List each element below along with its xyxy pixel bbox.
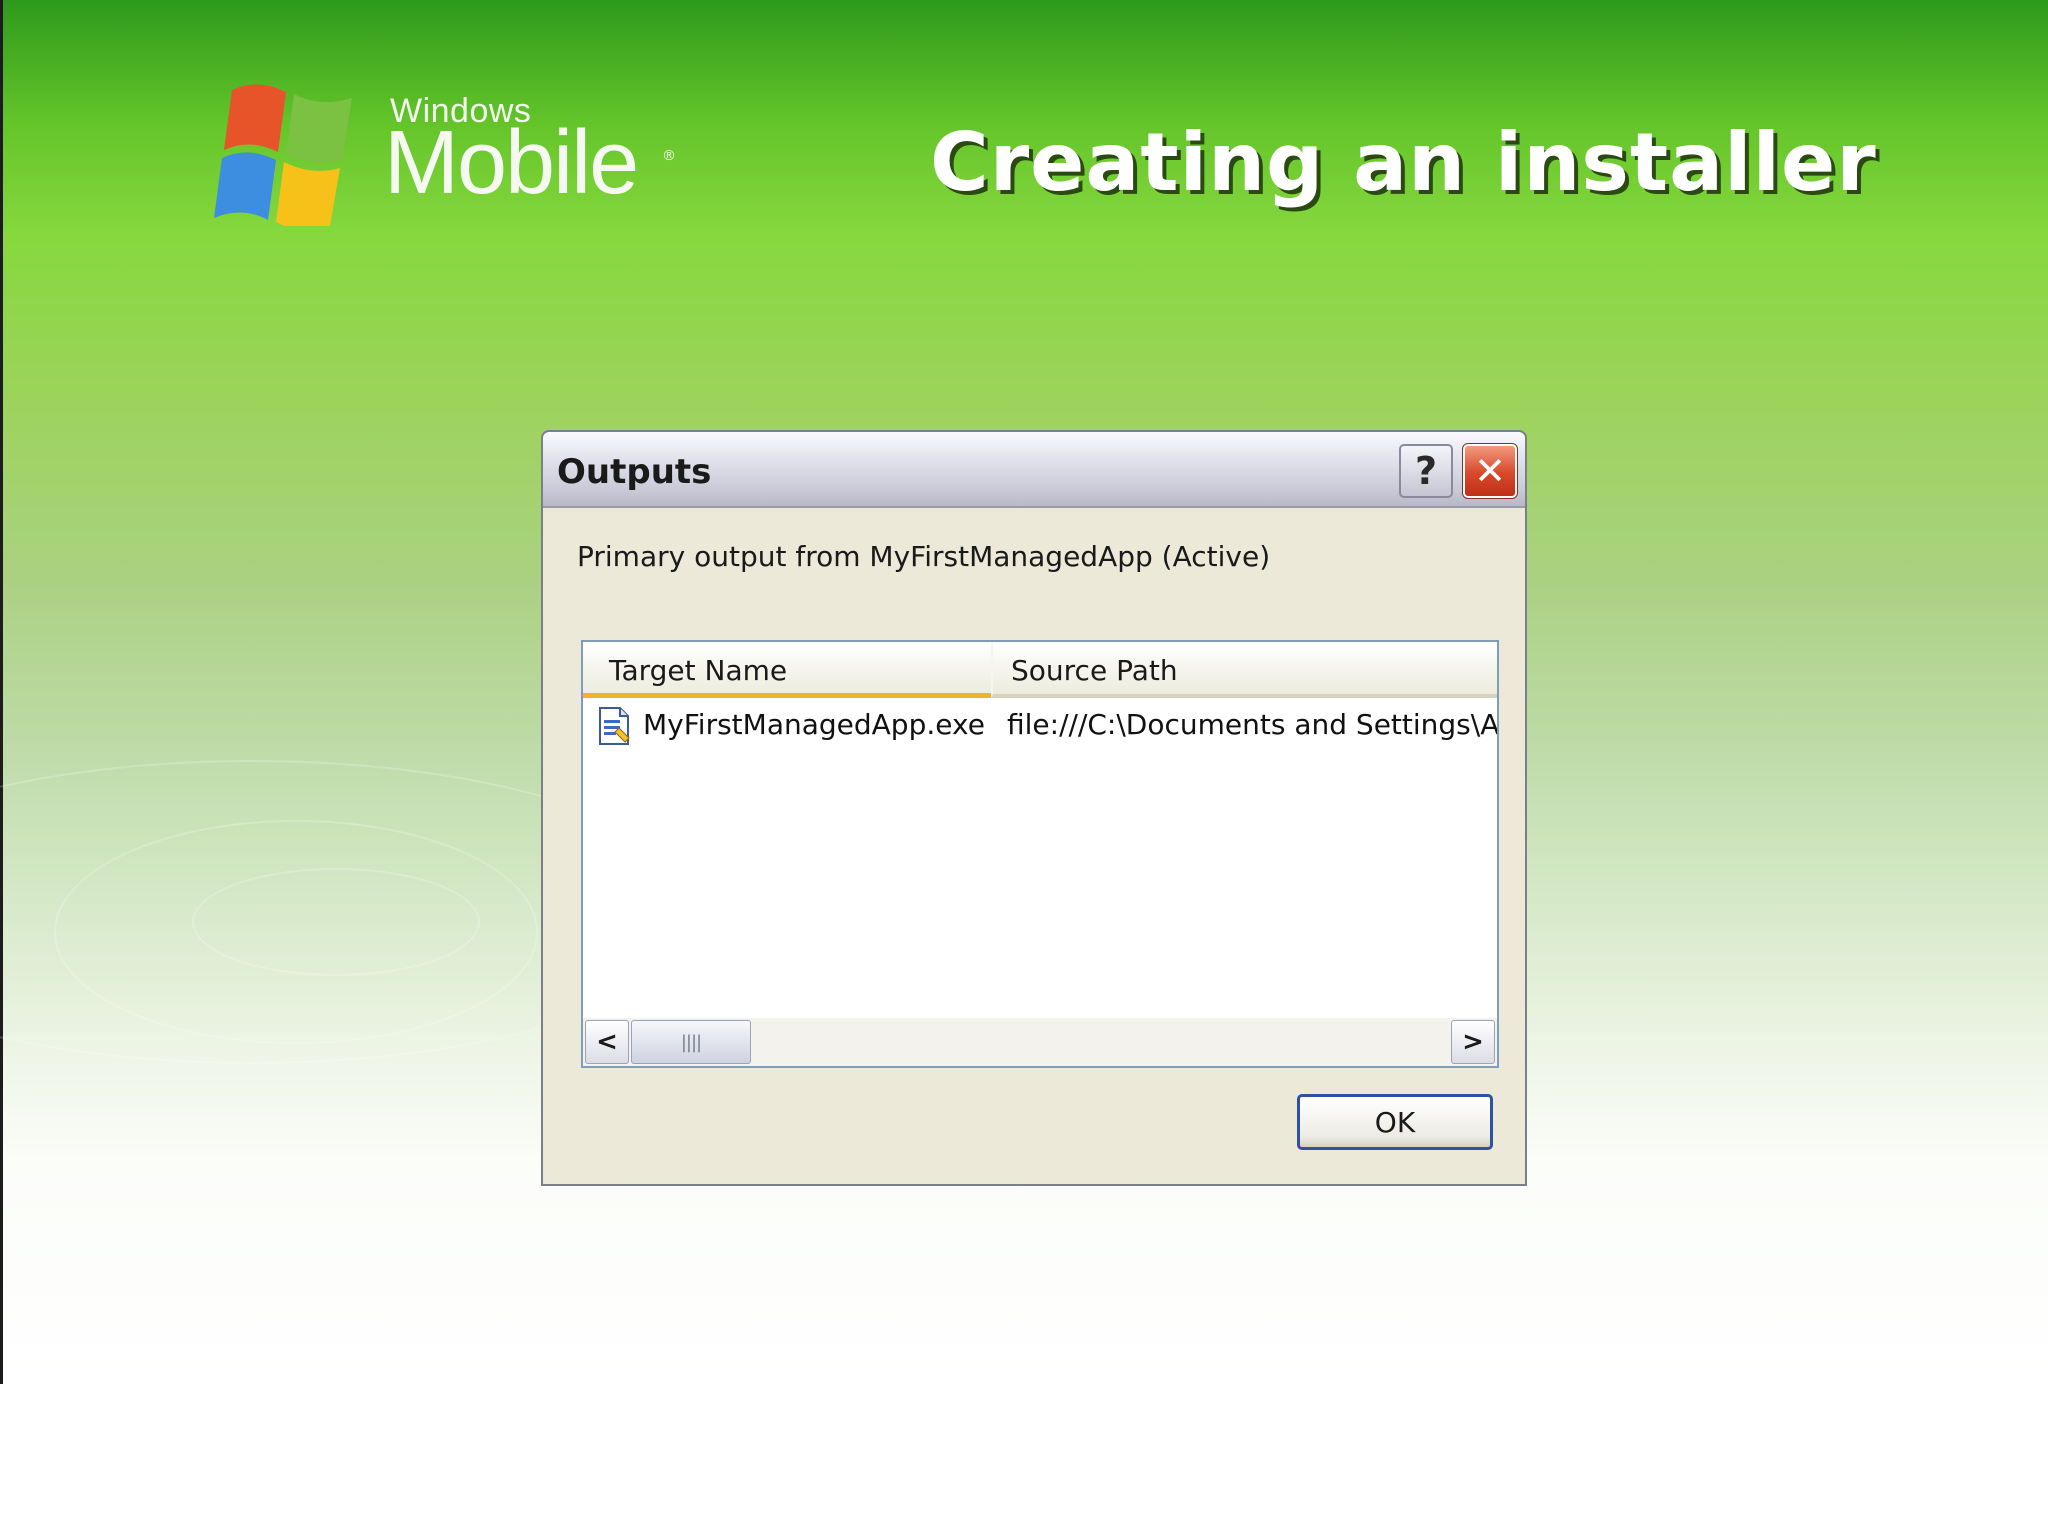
windows-flag-icon xyxy=(214,84,352,226)
outputs-dialog: Outputs ? ✕ Primary output from MyFirstM… xyxy=(541,430,1527,1186)
column-header-target-name[interactable]: Target Name xyxy=(583,642,991,698)
scroll-right-button[interactable]: > xyxy=(1451,1020,1495,1064)
primary-output-label: Primary output from MyFirstManagedApp (A… xyxy=(577,540,1271,573)
cell-source-path: file:///C:\Documents and Settings\Adr xyxy=(1007,708,1497,741)
exe-file-icon xyxy=(599,707,630,745)
help-icon: ? xyxy=(1414,449,1438,493)
chevron-left-icon: < xyxy=(596,1027,618,1057)
close-icon: ✕ xyxy=(1474,449,1506,493)
ok-button[interactable]: OK xyxy=(1297,1094,1493,1150)
table-row[interactable]: MyFirstManagedApp.exe file:///C:\Documen… xyxy=(583,702,1497,748)
swirl-decoration xyxy=(192,868,480,976)
close-button[interactable]: ✕ xyxy=(1462,443,1518,499)
dialog-title: Outputs xyxy=(557,452,712,492)
cell-target-name: MyFirstManagedApp.exe xyxy=(643,708,985,741)
logo-big-text: Mobile xyxy=(384,113,639,213)
slide-edge xyxy=(0,0,3,1384)
slide-title: Creating an installer xyxy=(930,116,1877,209)
list-header: Target Name Source Path xyxy=(583,642,1497,698)
chevron-right-icon: > xyxy=(1462,1027,1484,1057)
outputs-list[interactable]: Target Name Source Path MyFirstManagedAp… xyxy=(581,640,1499,1068)
slide-background: Windows Mobile ® Creating an installer O… xyxy=(0,0,2048,1384)
scrollbar-grip: |||| xyxy=(680,1031,702,1053)
column-header-source-path[interactable]: Source Path xyxy=(991,642,1497,698)
help-button[interactable]: ? xyxy=(1399,444,1453,498)
horizontal-scrollbar[interactable]: < |||| > xyxy=(583,1018,1497,1066)
scroll-left-button[interactable]: < xyxy=(585,1020,629,1064)
scrollbar-thumb[interactable]: |||| xyxy=(631,1020,751,1064)
logo-registered-mark: ® xyxy=(662,148,676,164)
dialog-titlebar[interactable]: Outputs ? ✕ xyxy=(543,432,1525,508)
